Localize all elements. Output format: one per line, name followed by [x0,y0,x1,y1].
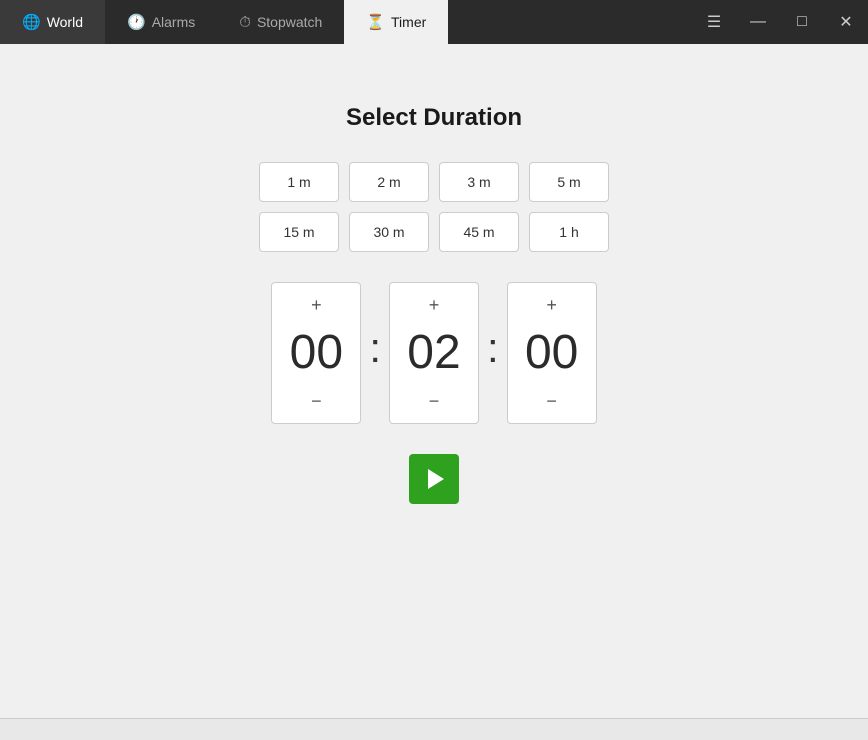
duration-30m[interactable]: 30 m [349,212,429,252]
timer-icon: ⏳ [366,13,385,31]
duration-2m[interactable]: 2 m [349,162,429,202]
duration-15m[interactable]: 15 m [259,212,339,252]
statusbar [0,718,868,740]
minimize-icon: — [750,13,766,31]
minutes-decrement-button[interactable]: − [390,385,478,417]
alarm-icon: 🕐 [127,13,146,31]
tab-world[interactable]: 🌐 World [0,0,105,44]
window-controls: ☰ — □ ✕ [692,0,868,44]
seconds-value: 00 [525,321,578,385]
play-icon [428,469,444,489]
duration-1m[interactable]: 1 m [259,162,339,202]
separator-1: : [361,324,389,382]
duration-3m[interactable]: 3 m [439,162,519,202]
tab-list: 🌐 World 🕐 Alarms ⏱ Stopwatch ⏳ Timer [0,0,692,44]
hours-value: 00 [290,321,343,385]
seconds-segment: + 00 − [507,282,597,424]
minutes-value: 02 [407,321,460,385]
hours-increment-button[interactable]: + [272,289,360,321]
titlebar: 🌐 World 🕐 Alarms ⏱ Stopwatch ⏳ Timer ☰ —… [0,0,868,44]
tab-stopwatch-label: Stopwatch [257,14,322,30]
separator-2: : [479,324,507,382]
tab-timer[interactable]: ⏳ Timer [344,0,448,44]
hours-segment: + 00 − [271,282,361,424]
main-content: Select Duration 1 m 2 m 3 m 5 m 15 m 30 … [0,44,868,718]
close-button[interactable]: ✕ [824,0,868,44]
maximize-icon: □ [797,13,807,31]
stopwatch-icon: ⏱ [239,14,251,31]
minimize-button[interactable]: — [736,0,780,44]
tab-alarms[interactable]: 🕐 Alarms [105,0,217,44]
minutes-segment: + 02 − [389,282,479,424]
duration-45m[interactable]: 45 m [439,212,519,252]
tab-timer-label: Timer [391,14,426,30]
seconds-decrement-button[interactable]: − [508,385,596,417]
duration-1h[interactable]: 1 h [529,212,609,252]
time-picker: + 00 − : + 02 − : + 00 − [271,282,596,424]
seconds-increment-button[interactable]: + [508,289,596,321]
duration-button-grid: 1 m 2 m 3 m 5 m 15 m 30 m 45 m 1 h [259,162,609,252]
tab-world-label: World [47,14,83,30]
hours-decrement-button[interactable]: − [272,385,360,417]
play-button[interactable] [409,454,459,504]
tab-alarms-label: Alarms [152,14,196,30]
tab-stopwatch[interactable]: ⏱ Stopwatch [217,0,344,44]
maximize-button[interactable]: □ [780,0,824,44]
menu-button[interactable]: ☰ [692,0,736,44]
menu-icon: ☰ [707,12,721,32]
close-icon: ✕ [839,12,852,32]
minutes-increment-button[interactable]: + [390,289,478,321]
page-title: Select Duration [346,104,522,132]
world-icon: 🌐 [22,13,41,31]
duration-5m[interactable]: 5 m [529,162,609,202]
